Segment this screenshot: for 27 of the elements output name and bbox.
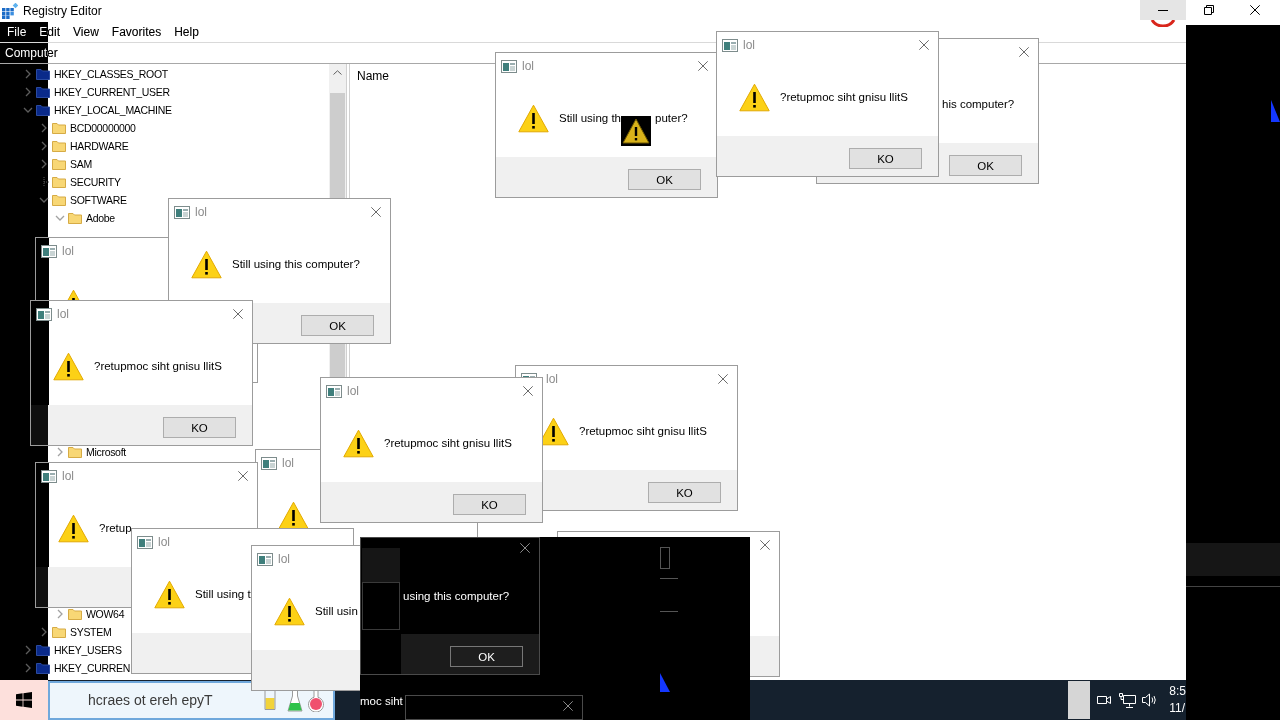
clock-time: 8:5	[1169, 683, 1186, 700]
dialog-title: lol	[278, 552, 290, 566]
dialog-title: lol	[347, 384, 359, 398]
dialog-message: Still using this computer?	[232, 258, 360, 270]
dialog-message: Still using t	[195, 588, 251, 600]
dialog-message: Still usin	[315, 605, 358, 617]
dialog-title: lol	[195, 205, 207, 219]
dialog-title: lol	[743, 38, 755, 52]
window-title: Registry Editor	[23, 4, 102, 18]
dialog-title: lol	[546, 372, 558, 386]
clock-date: 11/	[1169, 700, 1186, 717]
dialog-message: ?retup	[99, 522, 132, 534]
dialog-message: ?retupmoc siht gnisu llitS	[579, 425, 707, 437]
dialog-title: lol	[158, 535, 170, 549]
dialog-title: lol	[62, 469, 74, 483]
dialog-message: ?retupmoc siht gnisu llitS	[780, 91, 908, 103]
dialog-message: ?retupmoc siht gnisu llitS	[384, 437, 512, 449]
dialog-message: his computer?	[942, 98, 1015, 110]
dialog-title: lol	[57, 307, 69, 321]
dialog-message: ?retupmoc siht gnisu llitS	[94, 360, 222, 372]
dialog-message: puter?	[655, 112, 688, 124]
fragment-text: moc siht	[360, 695, 403, 707]
dialog-message: using this computer?	[403, 590, 510, 602]
dialog-message: Still using th	[559, 112, 621, 124]
dialog-title: lol	[282, 456, 294, 470]
dialog-title: lol	[62, 244, 74, 258]
dialog-title: lol	[522, 59, 534, 73]
